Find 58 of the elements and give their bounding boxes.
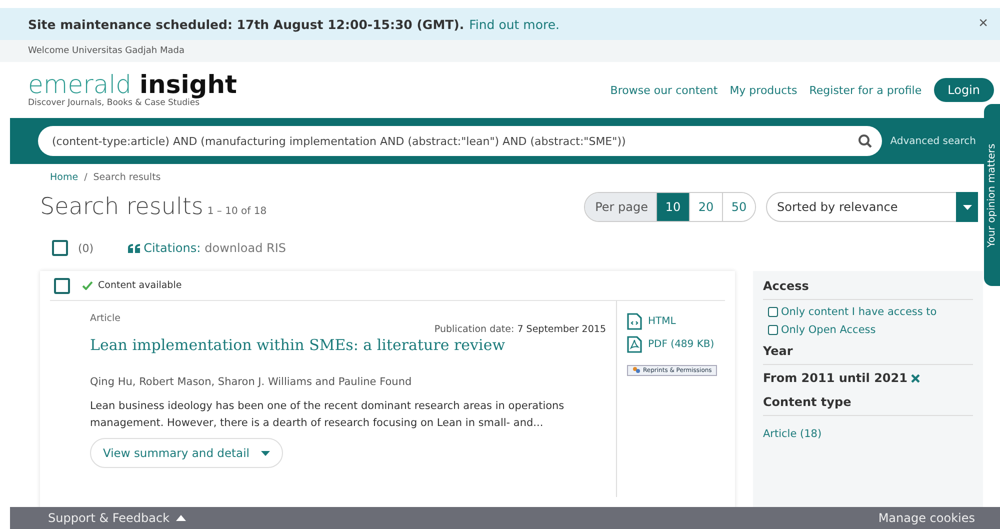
- close-button[interactable]: ×: [978, 15, 988, 33]
- welcome-text: Welcome Universitas Gadjah Mada: [28, 46, 184, 56]
- checkbox[interactable]: [768, 325, 778, 335]
- logo[interactable]: emerald insight: [28, 72, 237, 98]
- download-link[interactable]: HTML: [627, 313, 735, 330]
- login-button[interactable]: Login: [934, 78, 994, 102]
- banner-text: Site maintenance scheduled: 17th August 12:00-15:30 (GMT).: [28, 16, 464, 32]
- caret-icon: [962, 204, 972, 210]
- sort-dropdown[interactable]: Sorted by relevance: [766, 192, 978, 222]
- search-field[interactable]: (content-type:article) AND (manufacturing implementation AND (abstract:"lean") AND (abstract:"SME")): [38, 126, 882, 156]
- view-summary-button[interactable]: View summary and detail: [90, 438, 284, 468]
- filter-heading: Access: [763, 277, 973, 300]
- select-all-checkbox[interactable]: [52, 240, 68, 256]
- result-range: 1 – 10 of 18: [207, 206, 267, 216]
- code-file-icon: [627, 313, 642, 330]
- search-input[interactable]: (content-type:article) AND (manufacturing implementation AND (abstract:"lean") AND (abstract:"SME")): [50, 134, 858, 148]
- breadcrumb-link[interactable]: Home: [50, 172, 78, 183]
- nav-link[interactable]: Register for a profile: [809, 84, 922, 96]
- people-icon: [632, 367, 640, 374]
- filter-link[interactable]: Article (18): [763, 428, 822, 440]
- support-feedback-button[interactable]: Support & Feedback: [48, 511, 186, 525]
- result-abstract: Lean business ideology has been one of the recent dominant research areas in operations management. However, there is a dearth of research focusing on Lean in small- and...: [90, 399, 566, 431]
- page-title: Search results: [40, 194, 204, 220]
- filter-heading: Content type: [763, 393, 973, 416]
- quote-icon: [128, 244, 140, 252]
- advanced-search-link[interactable]: Advanced search: [890, 136, 976, 146]
- per-page-label: Per page: [585, 193, 656, 221]
- per-page-option[interactable]: 50: [722, 193, 755, 221]
- check-icon: [82, 281, 93, 290]
- logo-tagline: Discover Journals, Books & Case Studies: [28, 98, 200, 108]
- citations-label: Citations:: [144, 241, 201, 255]
- year-range: From 2011 until 2021: [763, 371, 908, 385]
- search-icon: [858, 134, 872, 148]
- download-link[interactable]: PDF (489 KB): [627, 336, 735, 353]
- per-page-option[interactable]: 10: [656, 193, 689, 221]
- filter-option[interactable]: Only content I have access to: [768, 306, 973, 318]
- breadcrumb-separator: /: [84, 172, 88, 183]
- filter-heading: Year: [763, 342, 973, 365]
- content-type-label: Article: [90, 313, 122, 324]
- caret-icon: [261, 450, 270, 456]
- result-title-link[interactable]: Lean implementation within SMEs: a literature review: [90, 336, 506, 354]
- feedback-tab[interactable]: Your opinion matters: [984, 104, 1000, 286]
- pdf-file-icon: [627, 336, 642, 353]
- result-checkbox[interactable]: [54, 278, 70, 294]
- download-ris-link[interactable]: download RIS: [204, 241, 286, 255]
- nav-link[interactable]: My products: [730, 84, 798, 96]
- result-authors: Qing Hu, Robert Mason, Sharon J. Williams and Pauline Found: [90, 376, 413, 388]
- selected-count: (0): [78, 242, 94, 254]
- filter-option[interactable]: Only Open Access: [768, 324, 973, 336]
- nav-link[interactable]: Browse our content: [610, 84, 718, 96]
- caret-up-icon: [176, 515, 186, 521]
- remove-icon: [911, 374, 920, 382]
- find-out-more-link[interactable]: Find out more.: [469, 16, 560, 32]
- breadcrumb-current: Search results: [93, 172, 161, 183]
- manage-cookies-button[interactable]: Manage cookies: [878, 511, 975, 525]
- publication-date: Publication date: 7 September 2015: [433, 324, 606, 335]
- checkbox[interactable]: [768, 307, 778, 317]
- availability-label: Content available: [98, 280, 182, 291]
